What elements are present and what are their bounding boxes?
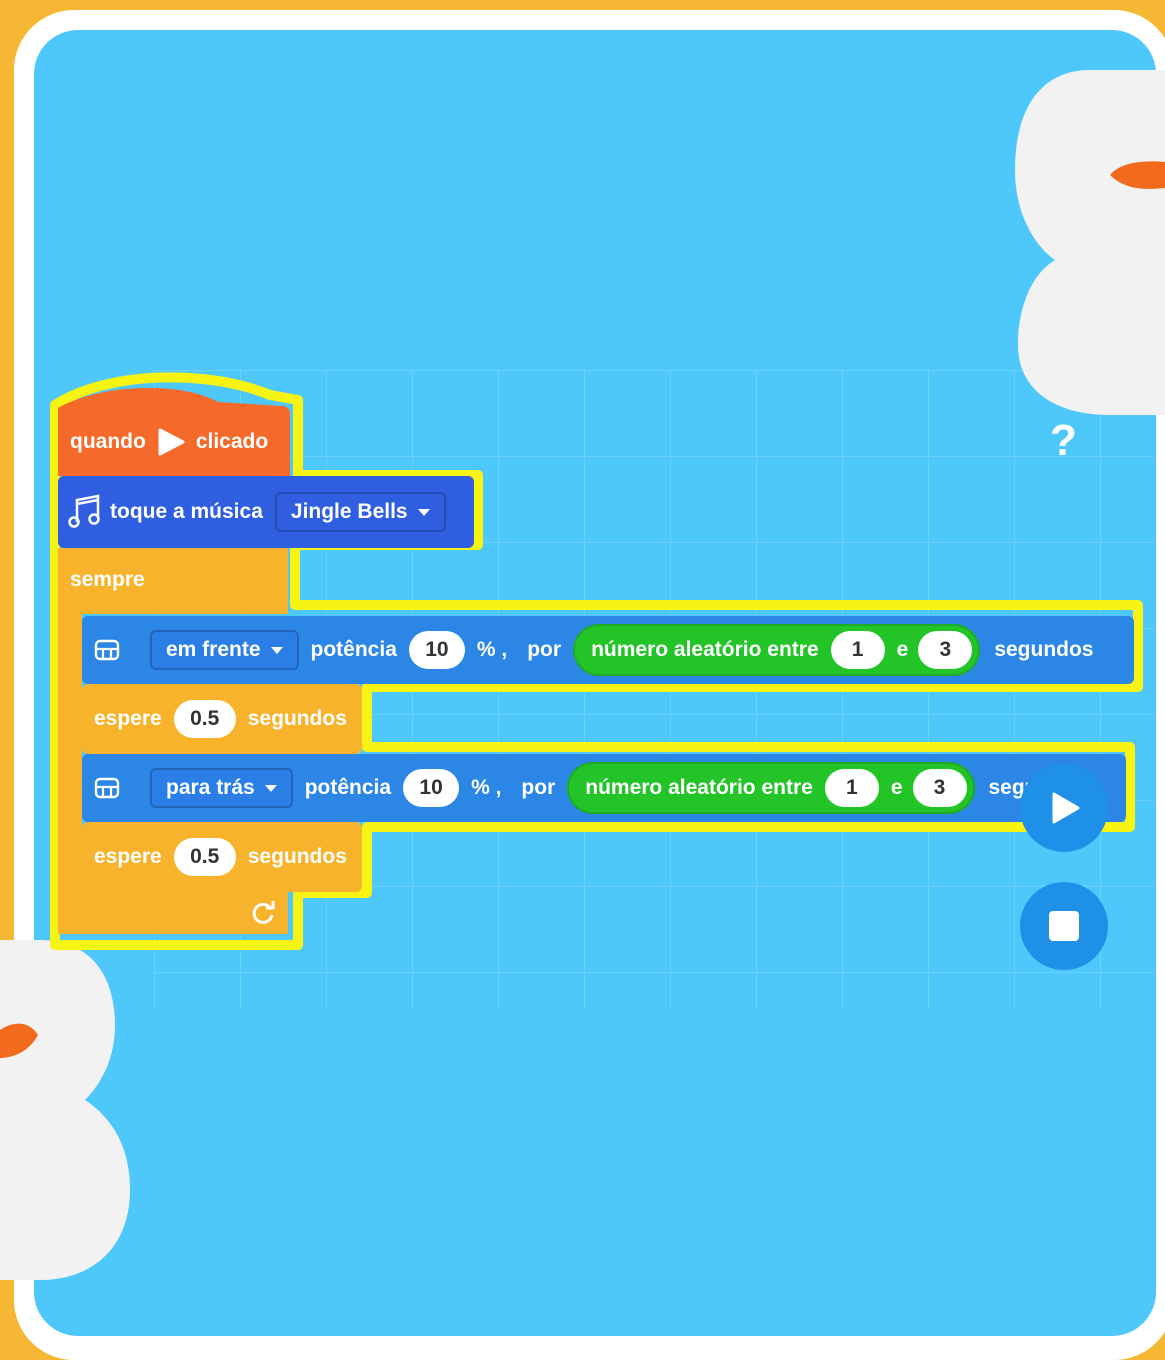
wait-seconds-input[interactable]: 0.5	[173, 838, 236, 876]
loop-label: sempre	[70, 568, 145, 591]
ghost-decoration-right	[1015, 70, 1165, 415]
stop-icon	[1049, 911, 1079, 941]
hat-word2: clicado	[195, 430, 269, 453]
power-input[interactable]: 10	[408, 631, 465, 669]
chevron-down-icon	[417, 508, 430, 516]
percent-label: % ,	[471, 776, 502, 799]
song-value: Jingle Bells	[290, 500, 408, 523]
and-label: e	[896, 638, 909, 661]
move-block-forward[interactable]: em frente potência 10 % , por número ale…	[82, 616, 1134, 684]
random-number-block[interactable]: número aleatório entre 1 e 3	[567, 762, 975, 814]
stop-button[interactable]	[1020, 882, 1108, 970]
random-label: número aleatório entre	[585, 776, 813, 799]
motor-icon	[94, 639, 120, 661]
wait-seconds-input[interactable]: 0.5	[173, 700, 236, 738]
hat-word1: quando	[70, 430, 146, 453]
seconds-label: segundos	[994, 638, 1094, 661]
motor-icon	[94, 777, 120, 799]
music-note-icon	[68, 494, 100, 528]
and-label: e	[890, 776, 903, 799]
random-label: número aleatório entre	[591, 638, 819, 661]
green-flag-icon	[158, 428, 185, 456]
chevron-down-icon	[264, 784, 277, 792]
run-button[interactable]	[1020, 764, 1108, 852]
power-label: potência	[304, 776, 392, 799]
power-input[interactable]: 10	[403, 769, 460, 807]
wait-block-1[interactable]: espere 0.5 segundos	[82, 684, 362, 754]
direction-value: em frente	[166, 638, 261, 661]
random-min-input[interactable]: 1	[824, 769, 879, 807]
direction-dropdown[interactable]: para trás	[150, 768, 293, 808]
by-label: por	[527, 638, 562, 661]
loop-arrow-icon	[252, 901, 275, 924]
direction-dropdown[interactable]: em frente	[150, 630, 299, 670]
play-music-block[interactable]: toque a música Jingle Bells	[58, 476, 474, 548]
ghost-decoration-left	[0, 940, 130, 1280]
wait-label: espere	[94, 845, 162, 868]
random-max-input[interactable]: 3	[918, 631, 973, 669]
random-number-block[interactable]: número aleatório entre 1 e 3	[573, 624, 981, 676]
music-label: toque a música	[110, 500, 263, 523]
power-label: potência	[310, 638, 397, 661]
play-icon	[1052, 792, 1080, 824]
wait-label: espere	[94, 707, 162, 730]
direction-value: para trás	[166, 776, 255, 799]
chevron-down-icon	[270, 646, 283, 654]
when-flag-clicked-block[interactable]: quando clicado	[58, 380, 290, 476]
random-min-input[interactable]: 1	[830, 631, 885, 669]
move-block-backward[interactable]: para trás potência 10 % , por número ale…	[82, 754, 1126, 822]
percent-label: % ,	[476, 638, 508, 661]
random-max-input[interactable]: 3	[912, 769, 967, 807]
wait-block-2[interactable]: espere 0.5 segundos	[82, 822, 362, 892]
song-dropdown[interactable]: Jingle Bells	[274, 492, 446, 532]
wait-unit-label: segundos	[247, 845, 347, 868]
wait-unit-label: segundos	[247, 707, 347, 730]
by-label: por	[521, 776, 556, 799]
